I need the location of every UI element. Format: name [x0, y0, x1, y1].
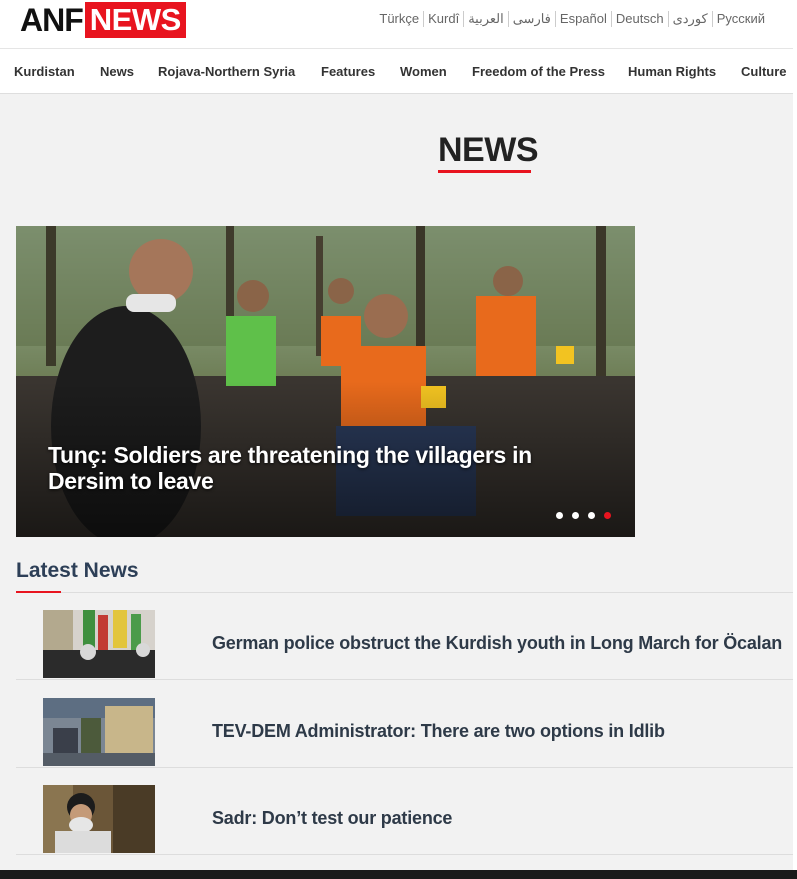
lang-german[interactable]: Deutsch [610, 11, 668, 27]
nav-item-news[interactable]: News [100, 64, 134, 79]
lang-turkish[interactable]: Türkçe [375, 11, 423, 27]
nav-item-rojava[interactable]: Rojava-Northern Syria [158, 64, 295, 79]
nav-item-features[interactable]: Features [321, 64, 375, 79]
slider-dot[interactable] [572, 512, 579, 519]
news-thumbnail[interactable] [43, 698, 155, 766]
news-headline[interactable]: TEV-DEM Administrator: There are two opt… [212, 721, 665, 742]
main-nav: Kurdistan News Rojava-Northern Syria Fea… [0, 48, 797, 94]
news-thumbnail[interactable] [43, 610, 155, 678]
language-switcher: Türkçe Kurdî العربية فارسی Español Deuts… [375, 11, 769, 27]
lang-sorani[interactable]: کوردی [667, 11, 712, 27]
slider-dot[interactable] [556, 512, 563, 519]
logo-anf-text: ANF [20, 2, 84, 38]
nav-item-culture[interactable]: Culture [741, 64, 787, 79]
anf-news-logo[interactable]: ANF NEWS [20, 2, 186, 38]
top-header: ANF NEWS Türkçe Kurdî العربية فارسی Espa… [0, 0, 797, 48]
nav-item-freedom-of-press[interactable]: Freedom of the Press [472, 64, 605, 79]
latest-news-heading: Latest News [16, 559, 139, 582]
hero-slider[interactable]: Tunç: Soldiers are threatening the villa… [16, 226, 635, 537]
nav-item-kurdistan[interactable]: Kurdistan [14, 64, 75, 79]
lang-kurdi[interactable]: Kurdî [423, 11, 463, 27]
footer-bar [0, 870, 797, 879]
hero-caption[interactable]: Tunç: Soldiers are threatening the villa… [48, 442, 588, 494]
news-headline[interactable]: German police obstruct the Kurdish youth… [212, 633, 782, 654]
slider-dot-active[interactable] [604, 512, 611, 519]
news-headline[interactable]: Sadr: Don’t test our patience [212, 808, 452, 829]
title-underline [438, 170, 531, 173]
page-edge [793, 0, 797, 879]
news-thumbnail[interactable] [43, 785, 155, 853]
nav-item-human-rights[interactable]: Human Rights [628, 64, 716, 79]
slider-dots [556, 512, 611, 519]
news-list-item[interactable]: German police obstruct the Kurdish youth… [16, 593, 797, 680]
news-list-item[interactable]: Sadr: Don’t test our patience [16, 768, 797, 855]
logo-news-text: NEWS [84, 2, 186, 38]
page-title: NEWS [438, 131, 539, 169]
news-list-item[interactable]: TEV-DEM Administrator: There are two opt… [16, 681, 797, 768]
lang-spanish[interactable]: Español [554, 11, 611, 27]
nav-item-women[interactable]: Women [400, 64, 447, 79]
slider-dot[interactable] [588, 512, 595, 519]
lang-farsi[interactable]: فارسی [507, 11, 555, 27]
lang-arabic[interactable]: العربية [463, 11, 508, 27]
lang-russian[interactable]: Pусский [711, 11, 769, 27]
